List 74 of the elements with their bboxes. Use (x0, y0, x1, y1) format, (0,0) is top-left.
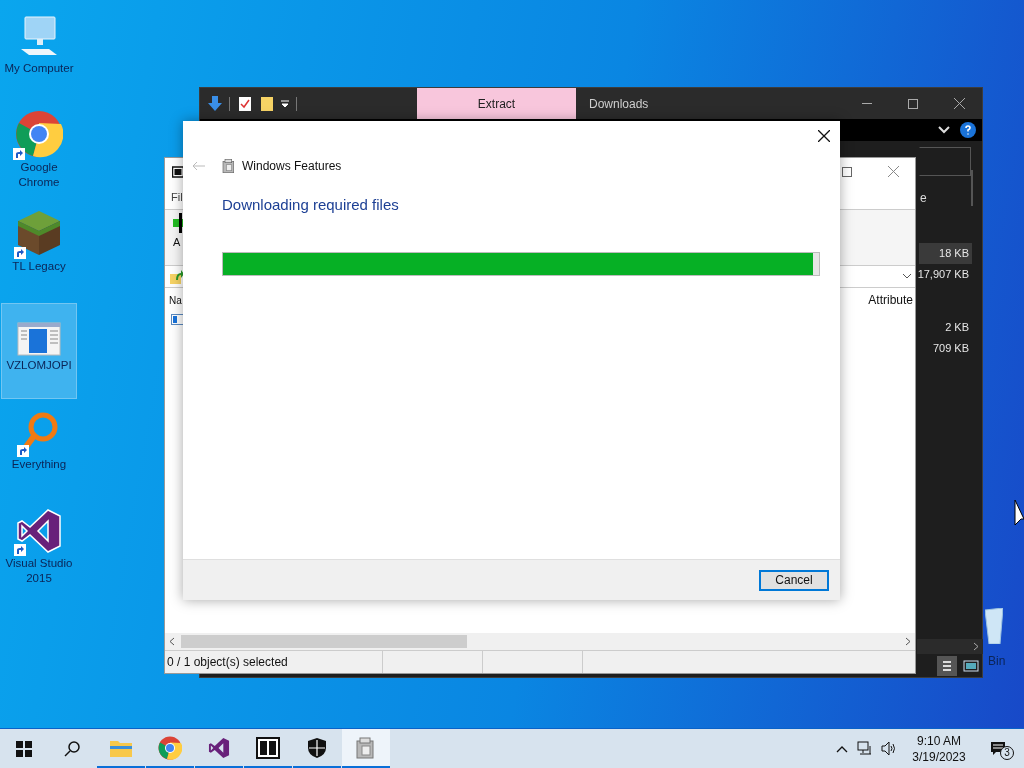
help-icon (960, 122, 976, 138)
shortcut-label: VZLOMJOPI (6, 358, 72, 373)
window-app-icon (17, 322, 61, 356)
shortcut-label: Google Chrome (17, 160, 61, 190)
desktop-shortcut[interactable]: VZLOMJOPI (1, 303, 77, 399)
dropdown-icon (280, 98, 290, 109)
desktop-shortcut[interactable]: Visual Studio 2015 (1, 501, 77, 597)
shortcut-arrow-icon (13, 148, 25, 160)
size-cell-text: 2 KB (944, 320, 970, 336)
column-header: e (920, 190, 927, 207)
shortcut-label: Visual Studio 2015 (4, 556, 74, 586)
ribbon-tab[interactable]: Extract (417, 88, 576, 119)
toolbar-label: A (173, 235, 182, 249)
clock-date: 3/19/2023 (912, 748, 966, 765)
scroll-right-icon (973, 642, 979, 651)
shortcut-arrow-icon (14, 247, 26, 259)
close-icon (888, 166, 899, 177)
shortcut-arrow-icon (14, 544, 26, 556)
chevron-down-icon (938, 126, 950, 134)
back-arrow-icon (192, 161, 205, 171)
search-icon (64, 740, 80, 757)
shield-icon (307, 736, 327, 759)
desktop-shortcut[interactable]: TL Legacy (1, 204, 77, 300)
chrome-icon (15, 110, 63, 158)
desktop-shortcut[interactable]: My Computer (1, 6, 77, 102)
maximize-icon (908, 98, 918, 109)
scrollbar-thumb[interactable] (181, 635, 467, 648)
windows-logo-icon (16, 740, 32, 757)
ribbon-tab[interactable]: Downloads (576, 88, 662, 119)
maximize-icon (842, 167, 852, 177)
close-icon (953, 98, 965, 109)
infinity-logo-icon (208, 736, 230, 759)
details-view-button[interactable] (937, 656, 957, 676)
network-icon (857, 741, 873, 756)
desktop-shortcut[interactable]: Everything (1, 402, 77, 498)
chevron-up-icon (836, 744, 848, 753)
size-cell: 18 KB (919, 243, 972, 264)
minimize-icon (862, 103, 872, 104)
dialog-heading: Downloading required files (222, 195, 400, 215)
scroll-left-icon (169, 637, 175, 646)
clock-time: 9:10 AM (917, 732, 961, 749)
bin-label: Bin (988, 653, 1006, 670)
cancel-button[interactable]: Cancel (759, 569, 829, 591)
infinity-logo-icon (16, 508, 62, 554)
folder-up-icon (170, 269, 184, 284)
shortcut-arrow-icon (17, 445, 29, 457)
chevron-down-icon (902, 273, 912, 279)
notification-count: 3 (1000, 746, 1014, 760)
close-icon (818, 130, 830, 142)
grass-block-icon (16, 209, 62, 257)
scroll-right-icon (905, 637, 911, 646)
folder-icon (260, 95, 274, 112)
shortcut-label: TL Legacy (12, 259, 66, 274)
window-title: Windows Features (242, 158, 342, 175)
bin-icon (985, 608, 1003, 644)
checklist-icon (238, 95, 252, 112)
close-button[interactable] (817, 129, 831, 143)
download-arrow-icon (207, 94, 223, 113)
shortcut-label: My Computer (4, 61, 74, 76)
installer-icon (221, 158, 237, 174)
desktop-shortcut[interactable]: Google Chrome (1, 105, 77, 201)
list-icon (942, 660, 952, 672)
status-text: 0 / 1 object(s) selected (165, 651, 383, 673)
shortcut-label: Everything (11, 457, 67, 472)
notification-button[interactable]: 3 (978, 729, 1018, 768)
chrome-icon (158, 735, 182, 760)
size-cell-text: 17,907 KB (919, 267, 970, 283)
column-header: Attribute (868, 292, 913, 309)
thumbnail-icon (963, 660, 979, 672)
speaker-icon (881, 741, 897, 756)
archiver-icon (256, 736, 280, 759)
size-cell-text: 709 KB (931, 341, 970, 357)
column-header: Na (169, 293, 182, 308)
search-field[interactable] (919, 147, 971, 176)
